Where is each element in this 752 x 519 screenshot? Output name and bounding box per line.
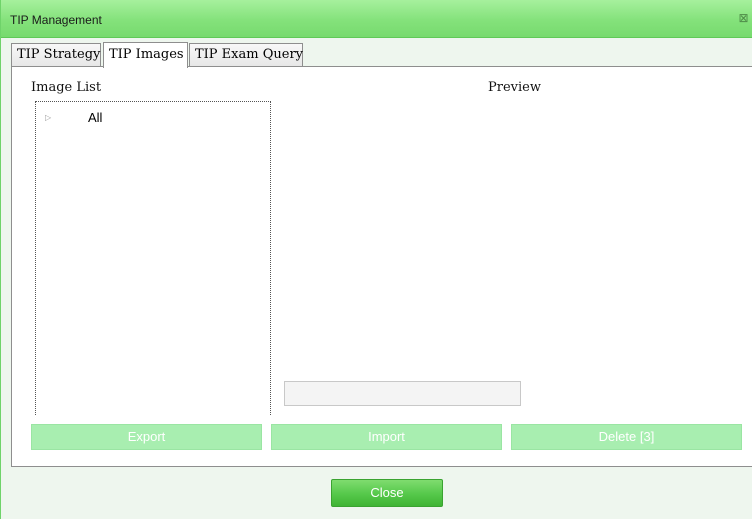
delete-button[interactable]: Delete [3] xyxy=(511,424,742,450)
window-title: TIP Management xyxy=(10,13,102,27)
export-button[interactable]: Export xyxy=(31,424,262,450)
image-list-heading: Image List xyxy=(31,80,102,95)
import-button[interactable]: Import xyxy=(271,424,502,450)
tab-tip-strategy[interactable]: TIP Strategy xyxy=(11,43,101,67)
tab-tip-images[interactable]: TIP Images xyxy=(103,42,188,68)
tip-images-panel: Image List Preview ▷ All Export Import D… xyxy=(11,66,752,467)
tip-management-window: TIP Management ⊠ TIP Strategy TIP Images… xyxy=(0,0,752,519)
preview-heading: Preview xyxy=(488,80,541,95)
preview-path-field[interactable] xyxy=(284,381,521,406)
triangle-right-icon[interactable]: ▷ xyxy=(45,113,51,122)
close-icon[interactable]: ⊠ xyxy=(734,9,752,28)
title-bar[interactable]: TIP Management ⊠ xyxy=(1,0,752,38)
tab-tip-exam-query[interactable]: TIP Exam Query xyxy=(189,43,303,67)
image-list-tree[interactable]: ▷ All xyxy=(35,101,271,415)
close-button[interactable]: Close xyxy=(331,479,443,507)
tree-item-label: All xyxy=(88,110,103,125)
